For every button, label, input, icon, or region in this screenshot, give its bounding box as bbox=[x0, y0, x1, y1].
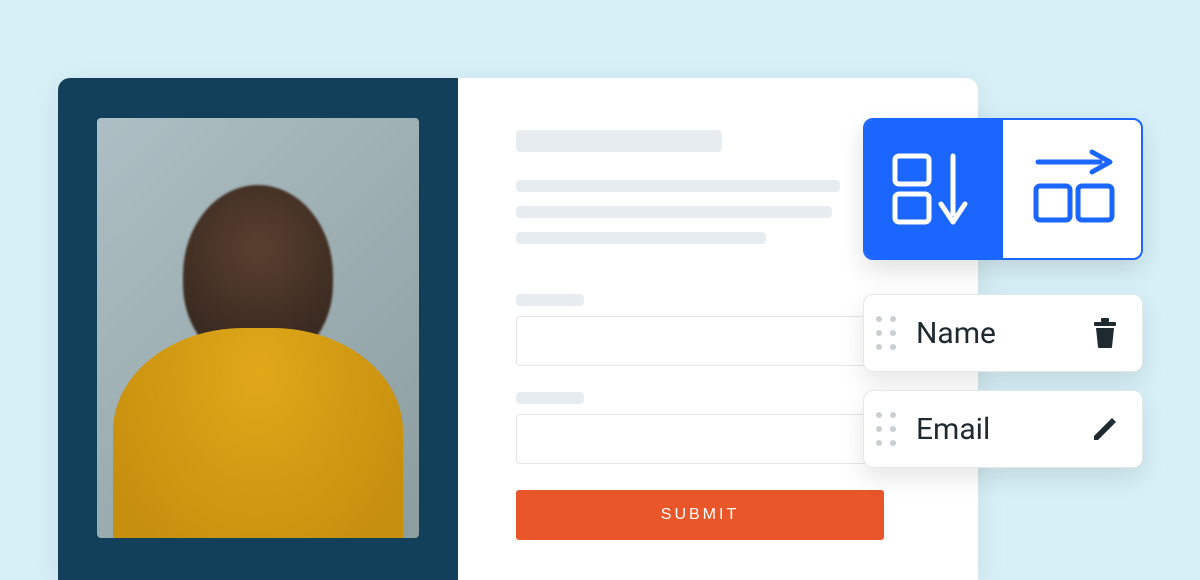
image-panel bbox=[58, 78, 458, 580]
form-text-placeholder bbox=[516, 206, 832, 218]
email-input[interactable] bbox=[516, 414, 884, 464]
form-text-placeholder bbox=[516, 232, 766, 244]
field-chip-label: Name bbox=[916, 316, 1074, 351]
layout-vertical-icon bbox=[889, 146, 979, 232]
drag-handle-icon[interactable] bbox=[876, 412, 896, 446]
trash-icon bbox=[1090, 317, 1120, 349]
pencil-icon bbox=[1090, 414, 1120, 444]
drag-handle-icon[interactable] bbox=[876, 316, 896, 350]
layout-toggle bbox=[863, 118, 1143, 260]
form-title-placeholder bbox=[516, 130, 722, 152]
field-label-placeholder bbox=[516, 392, 584, 404]
layout-option-horizontal[interactable] bbox=[1003, 120, 1141, 258]
name-input[interactable] bbox=[516, 316, 884, 366]
edit-field-button[interactable] bbox=[1088, 412, 1122, 446]
form-editor-card: SUBMIT bbox=[58, 78, 978, 580]
field-chip-email[interactable]: Email bbox=[863, 390, 1143, 468]
image-placeholder[interactable] bbox=[97, 118, 419, 538]
field-chip-label: Email bbox=[916, 412, 1074, 447]
field-chip-name[interactable]: Name bbox=[863, 294, 1143, 372]
field-label-placeholder bbox=[516, 294, 584, 306]
layout-horizontal-icon bbox=[1022, 146, 1122, 232]
delete-field-button[interactable] bbox=[1088, 316, 1122, 350]
form-text-placeholder bbox=[516, 180, 840, 192]
layout-option-vertical[interactable] bbox=[865, 120, 1003, 258]
submit-button[interactable]: SUBMIT bbox=[516, 490, 884, 540]
